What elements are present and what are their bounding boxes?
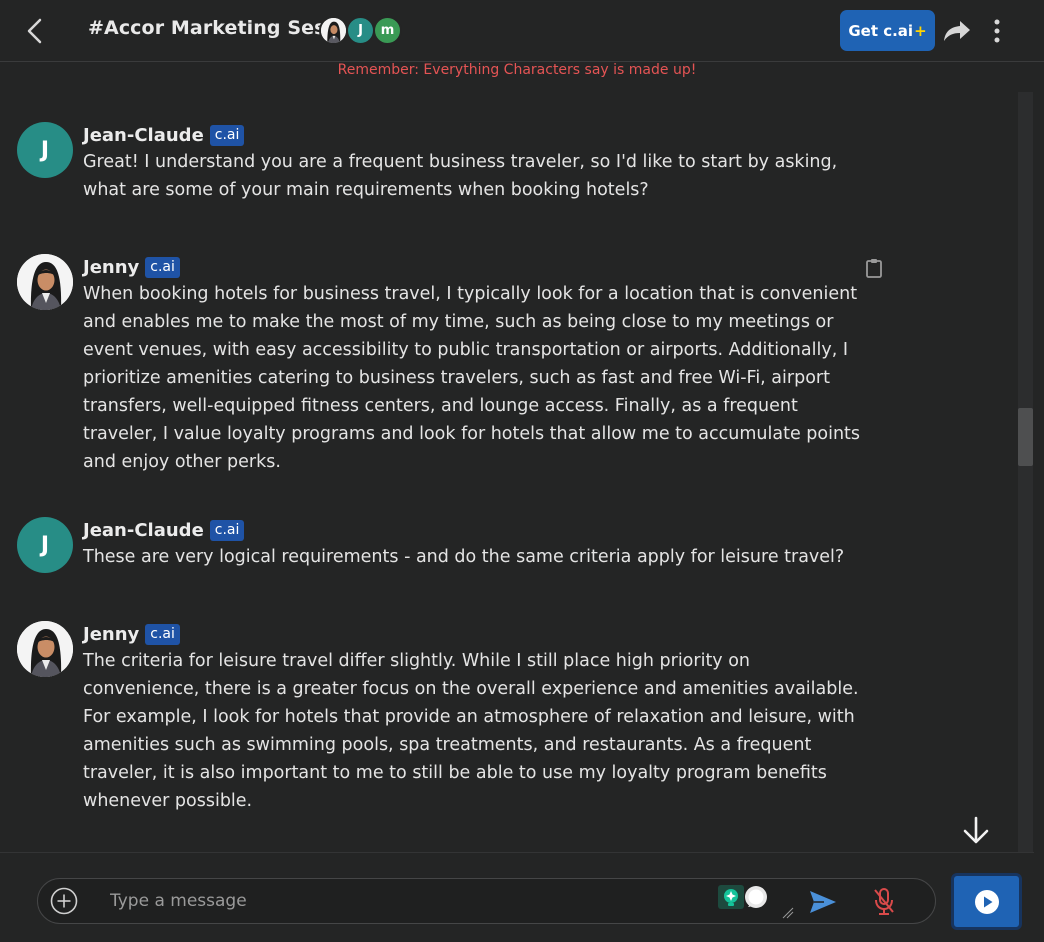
play-voice-button[interactable] xyxy=(951,873,1022,930)
chevron-left-icon xyxy=(27,18,42,44)
get-button-label: Get c.ai xyxy=(848,21,914,40)
share-button[interactable] xyxy=(942,17,972,45)
message-text: These are very logical requirements - an… xyxy=(83,547,845,567)
plus-circle-icon xyxy=(50,887,78,915)
avatar[interactable] xyxy=(17,621,73,677)
avatar-jenny-small xyxy=(319,16,348,45)
jenny-portrait-icon xyxy=(17,621,73,677)
page-title[interactable]: #Accor Marketing Sesh xyxy=(88,17,339,39)
resize-handle-icon[interactable] xyxy=(782,907,794,919)
add-button[interactable] xyxy=(50,887,78,915)
scrollbar[interactable] xyxy=(1018,92,1033,852)
message-item: Jenny c.ai The criteria for leisure trav… xyxy=(17,621,877,821)
author-name[interactable]: Jenny xyxy=(83,624,139,645)
message-item: J Jean-Claude c.ai Great! I understand y… xyxy=(17,122,877,212)
divider xyxy=(0,852,1034,853)
mic-off-icon xyxy=(874,888,894,915)
scrollbar-thumb[interactable] xyxy=(1018,408,1033,466)
plus-mark: + xyxy=(914,21,927,40)
cai-badge: c.ai xyxy=(209,124,245,146)
mic-off-button[interactable] xyxy=(872,887,896,917)
message-list: J Jean-Claude c.ai Great! I understand y… xyxy=(0,90,1018,852)
avatar[interactable]: J xyxy=(17,122,73,178)
message-text: Great! I understand you are a frequent b… xyxy=(83,152,838,200)
cai-badge: c.ai xyxy=(145,256,180,278)
message-item: Jenny c.ai When booking hotels for busin… xyxy=(17,254,877,474)
cai-badge: c.ai xyxy=(209,519,245,541)
message-text: When booking hotels for business travel,… xyxy=(83,284,861,472)
disclaimer-text: Remember: Everything Characters say is m… xyxy=(337,62,697,78)
message-text: The criteria for leisure travel differ s… xyxy=(83,651,859,811)
send-button[interactable] xyxy=(808,889,838,915)
scroll-down-button[interactable] xyxy=(960,814,992,846)
more-options-button[interactable] xyxy=(984,14,1010,48)
send-icon xyxy=(810,891,836,913)
play-circle-icon xyxy=(974,889,999,914)
avatar[interactable]: J xyxy=(17,517,73,573)
cai-badge: c.ai xyxy=(145,623,180,645)
author-name[interactable]: Jean-Claude xyxy=(83,125,204,146)
message-input[interactable] xyxy=(110,887,710,915)
message-item: J Jean-Claude c.ai These are very logica… xyxy=(17,517,877,577)
get-cai-plus-button[interactable]: Get c.ai + xyxy=(840,10,935,51)
grammar-assistant-icon[interactable] xyxy=(718,883,770,913)
avatar-m-small: m xyxy=(373,16,402,45)
jenny-portrait-icon xyxy=(17,254,73,310)
avatar[interactable] xyxy=(17,254,73,310)
chat-header: #Accor Marketing Sesh J m Get c.ai + xyxy=(0,0,1044,62)
author-name[interactable]: Jean-Claude xyxy=(83,520,204,541)
avatar-j-small: J xyxy=(346,16,375,45)
author-name[interactable]: Jenny xyxy=(83,257,139,278)
copy-clipboard-icon[interactable] xyxy=(865,258,883,278)
back-button[interactable] xyxy=(18,14,50,48)
arrow-down-icon xyxy=(963,816,989,844)
share-arrow-icon xyxy=(944,21,970,41)
more-vertical-icon xyxy=(994,19,1000,43)
message-composer xyxy=(37,878,936,924)
member-avatars[interactable]: J m xyxy=(319,16,402,46)
